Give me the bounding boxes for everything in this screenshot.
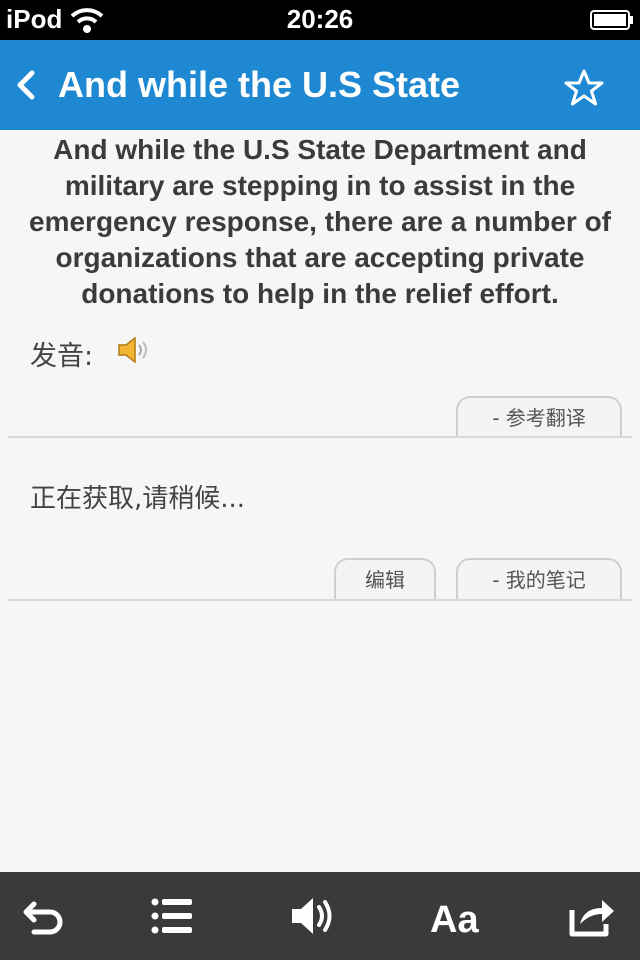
battery-icon [590,10,633,30]
sentence-line: emergency response, there are a number o… [29,206,611,237]
my-notes-button[interactable]: - 我的笔记 [456,558,622,600]
pronunciation-label: 发音: [30,341,94,372]
divider [8,599,632,601]
svg-text:Aa: Aa [430,899,479,940]
chevron-left-icon[interactable] [14,67,38,103]
share-icon[interactable] [566,892,618,940]
star-outline-icon[interactable] [564,68,604,106]
speaker-icon[interactable] [116,334,152,366]
status-bar: iPod 20:26 [0,0,640,40]
bottom-toolbar: Aa [0,872,640,960]
sentence-line: donations to help in the relief effort. [81,278,559,309]
undo-icon[interactable] [20,892,70,940]
sentence-line: military are stepping in to assist in th… [64,170,576,201]
edit-button[interactable]: 编辑 [334,558,436,600]
divider [8,436,632,438]
page-title: And while the U.S State [58,64,461,105]
sentence-line: organizations that are accepting private [55,242,585,273]
sentence-line: And while the U.S State Department and [53,134,587,165]
clock: 20:26 [286,4,354,34]
font-size-icon[interactable]: Aa [428,892,484,940]
list-icon[interactable] [148,892,198,940]
translation-status: 正在获取,请稍候... [30,484,246,514]
navigation-bar: And while the U.S State [0,40,640,130]
english-sentence: And while the U.S State Department and m… [0,132,640,312]
reference-translation-button[interactable]: - 参考翻译 [456,396,622,438]
speaker-icon[interactable] [288,892,338,940]
